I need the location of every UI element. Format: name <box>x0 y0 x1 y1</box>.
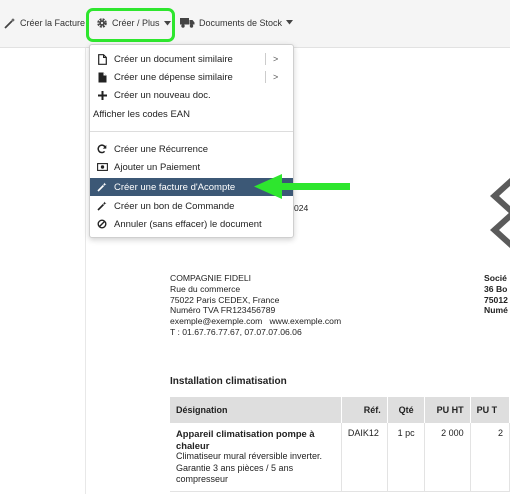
create-more-dropdown: Créer un document similaire > Créer une … <box>89 44 294 238</box>
sender-name: COMPAGNIE FIDELI <box>170 273 252 283</box>
sender-vat: Numéro TVA FR123456789 <box>170 305 276 316</box>
ban-icon <box>95 219 109 229</box>
menu-item-new-document[interactable]: Créer un nouveau doc. <box>90 86 293 104</box>
create-invoice-button[interactable]: Créer la Facture <box>4 17 85 29</box>
menu-item-cancel-document[interactable]: Annuler (sans effacer) le document <box>90 215 293 233</box>
recipient-line-1: Socié <box>484 273 507 283</box>
recipient-address: Socié 36 Bo 75012 Numé <box>484 273 508 316</box>
magic-wand-icon <box>4 17 16 29</box>
submenu-chevron-icon[interactable]: > <box>265 71 278 83</box>
highlight-arrow-icon <box>254 174 350 199</box>
recipient-line-4: Numé <box>484 305 508 316</box>
table-row: Appareil climatisation pompe à chaleur C… <box>170 423 510 492</box>
row-designation: Appareil climatisation pompe à chaleur C… <box>170 423 342 492</box>
header-pu-ttc: PU T <box>470 397 510 423</box>
stock-documents-button[interactable]: Documents de Stock <box>180 17 294 28</box>
magic-wand-icon <box>95 182 109 192</box>
magic-wand-icon <box>95 201 109 211</box>
menu-item-show-ean[interactable]: Afficher les codes EAN <box>90 105 293 123</box>
menu-item-label: Annuler (sans effacer) le document <box>114 218 262 230</box>
row-ref: DAIK12 <box>341 423 388 492</box>
menu-item-label: Créer un document similaire <box>114 53 233 65</box>
header-designation: Désignation <box>170 397 342 423</box>
row-title: Appareil climatisation pompe à chaleur <box>176 428 315 451</box>
document-icon <box>95 53 109 65</box>
recipient-line-3: 75012 <box>484 294 508 305</box>
plus-icon <box>95 90 109 100</box>
money-icon <box>95 163 109 171</box>
sender-email-web: exemple@exemple.com www.exemple.com <box>170 316 342 327</box>
create-more-highlight <box>86 8 175 42</box>
sender-address: COMPAGNIE FIDELI Rue du commerce 75022 P… <box>170 273 341 338</box>
items-table: Désignation Réf. Qté PU HT PU T Appareil… <box>170 397 510 492</box>
refresh-icon <box>95 144 109 154</box>
row-pu-ttc: 2 <box>470 423 510 492</box>
menu-item-label: Créer une facture d'Acompte <box>114 181 236 193</box>
menu-item-label: Créer un bon de Commande <box>114 200 235 212</box>
menu-item-label: Afficher les codes EAN <box>93 108 190 120</box>
stock-documents-label: Documents de Stock <box>199 17 283 28</box>
submenu-chevron-icon[interactable]: > <box>265 53 278 65</box>
row-pu-ht: 2 000 <box>424 423 471 492</box>
truck-icon <box>180 17 195 28</box>
menu-item-label: Créer une Récurrence <box>114 143 208 155</box>
caret-down-icon <box>286 20 294 25</box>
create-invoice-label: Créer la Facture <box>20 18 86 28</box>
sender-phone: T : 01.67.76.77.67, 07.07.07.06.06 <box>170 326 302 337</box>
menu-item-recurrence[interactable]: Créer une Récurrence <box>90 140 293 158</box>
menu-item-label: Ajouter un Paiement <box>114 161 201 173</box>
file-filled-icon <box>95 72 109 83</box>
recipient-line-2: 36 Bo <box>484 283 508 294</box>
header-ref: Réf. <box>341 397 388 423</box>
menu-item-label: Créer une dépense similaire <box>114 71 233 83</box>
menu-item-label: Créer un nouveau doc. <box>114 89 211 101</box>
row-description: Climatiseur mural réversible inverter. G… <box>176 451 323 484</box>
menu-item-similar-expense[interactable]: Créer une dépense similaire > <box>90 68 293 86</box>
row-qty: 1 pc <box>387 423 426 492</box>
toolbar: Créer la Facture Créer / Plus Documents … <box>0 0 510 48</box>
table-header-row: Désignation Réf. Qté PU HT PU T <box>170 397 510 423</box>
menu-divider <box>90 131 293 132</box>
sender-street: Rue du commerce <box>170 283 241 294</box>
company-logo <box>486 178 510 253</box>
sender-city: 75022 Paris CEDEX, France <box>170 294 280 305</box>
menu-item-similar-document[interactable]: Créer un document similaire > <box>90 50 293 68</box>
section-title: Installation climatisation <box>170 376 287 387</box>
header-qty: Qté <box>387 397 426 423</box>
header-pu-ht: PU HT <box>424 397 471 423</box>
